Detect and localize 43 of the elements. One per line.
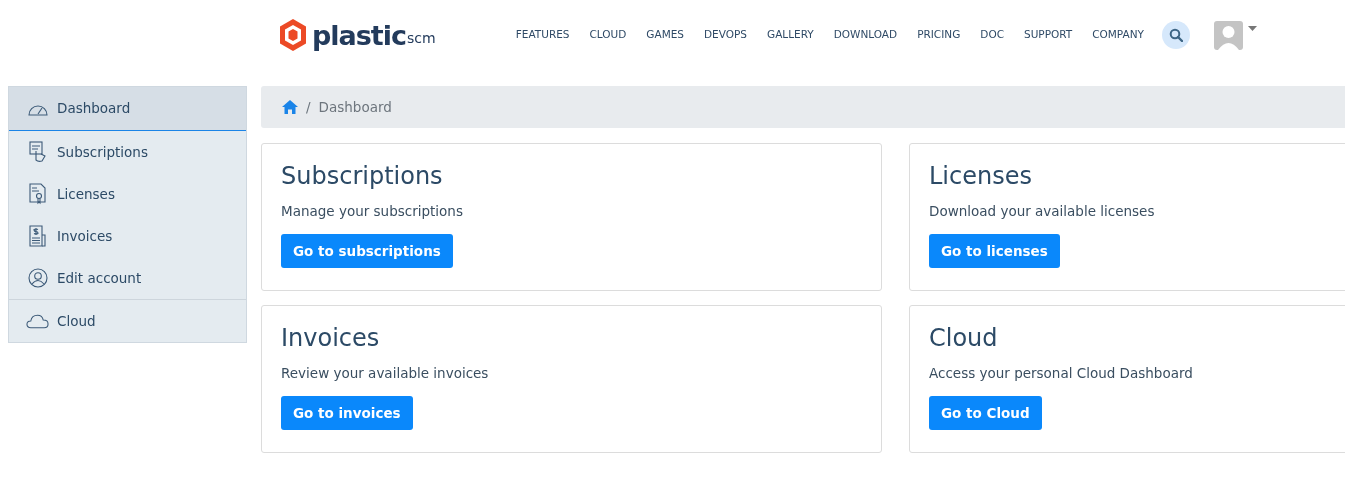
cloud-icon bbox=[26, 313, 49, 329]
go-button[interactable]: Go to licenses bbox=[929, 234, 1060, 269]
nav-link[interactable]: DOWNLOAD bbox=[823, 27, 908, 43]
logo-text: plastic bbox=[312, 21, 407, 49]
nav-link[interactable]: PRICING bbox=[907, 27, 971, 43]
card-text: Access your personal Cloud Dashboard bbox=[929, 363, 1194, 383]
sidebar-item[interactable]: Licenses bbox=[9, 173, 246, 215]
nav-link[interactable]: CLOUD bbox=[579, 27, 637, 43]
nav-link[interactable]: DEVOPS bbox=[694, 27, 757, 43]
card-text: Download your available licenses bbox=[929, 201, 1156, 221]
breadcrumb-item: Dashboard bbox=[318, 97, 392, 117]
card-title: Cloud bbox=[929, 324, 999, 353]
document-hand-icon bbox=[27, 141, 48, 163]
card-text: Review your available invoices bbox=[281, 363, 490, 383]
nav-link[interactable]: COMPANY bbox=[1082, 27, 1154, 43]
user-circle-icon bbox=[27, 268, 48, 288]
breadcrumb-separator: / bbox=[306, 97, 311, 117]
invoice-icon bbox=[28, 225, 47, 247]
card-text: Manage your subscriptions bbox=[281, 201, 464, 221]
go-button[interactable]: Go to subscriptions bbox=[281, 234, 453, 269]
logo[interactable]: plasticscm bbox=[312, 21, 436, 49]
search-button[interactable] bbox=[1162, 21, 1190, 49]
logo-text: scm bbox=[407, 28, 436, 48]
search-icon bbox=[1169, 28, 1183, 42]
nav-link[interactable]: FEATURES bbox=[505, 27, 580, 43]
go-button[interactable]: Go to Cloud bbox=[929, 396, 1042, 431]
sidebar-item[interactable]: Dashboard bbox=[9, 87, 246, 131]
sidebar-item[interactable]: Cloud bbox=[9, 300, 246, 342]
nav-link[interactable]: DOC bbox=[970, 27, 1014, 43]
nav-link[interactable]: SUPPORT bbox=[1014, 27, 1083, 43]
logo-icon bbox=[278, 18, 308, 52]
card-title: Subscriptions bbox=[281, 162, 444, 191]
card-title: Licenses bbox=[929, 162, 1033, 191]
card-title: Invoices bbox=[281, 324, 381, 353]
nav-link[interactable]: GAMES bbox=[636, 27, 695, 43]
go-button[interactable]: Go to invoices bbox=[281, 396, 413, 431]
home-icon[interactable] bbox=[282, 100, 298, 114]
sidebar-item[interactable]: Edit account bbox=[9, 257, 246, 299]
sidebar-item[interactable]: Subscriptions bbox=[9, 131, 246, 173]
certificate-icon bbox=[28, 183, 47, 205]
caret-icon[interactable] bbox=[1248, 25, 1257, 31]
sidebar-item[interactable]: Invoices bbox=[9, 215, 246, 257]
nav-link[interactable]: GALLERY bbox=[757, 27, 824, 43]
